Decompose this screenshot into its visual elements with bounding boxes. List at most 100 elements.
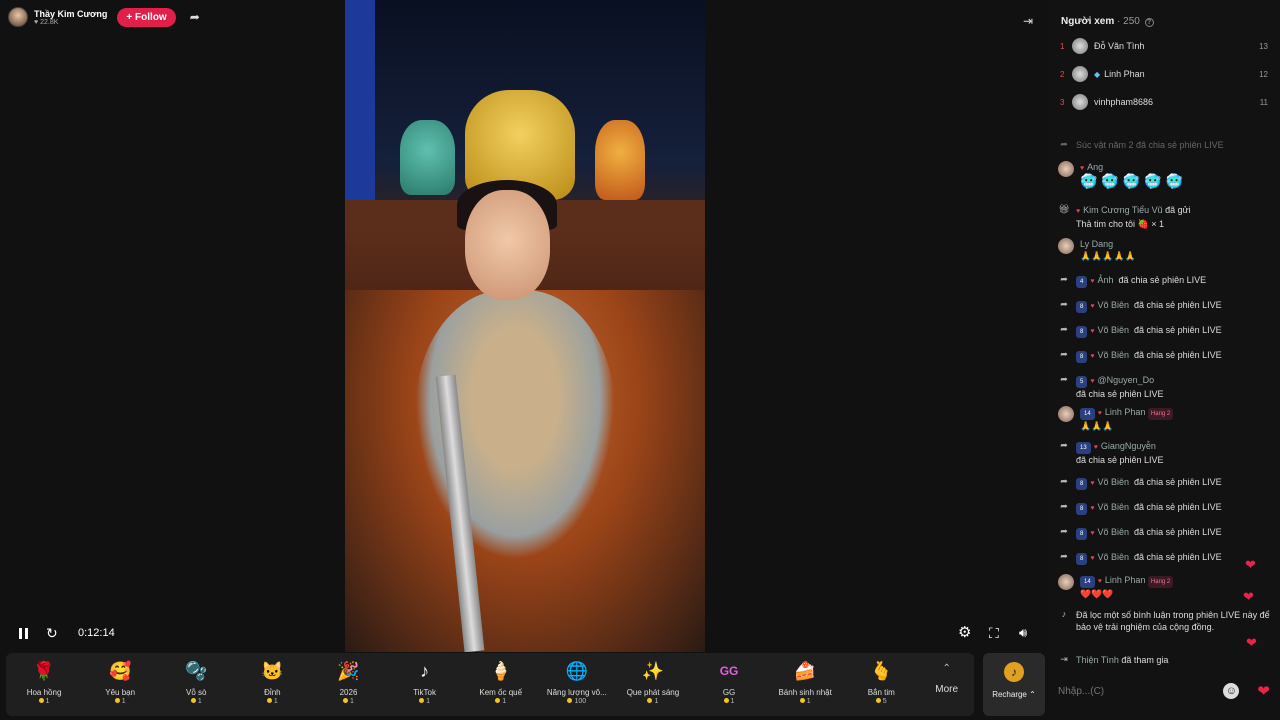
chat-username[interactable]: Linh Phan [1105,575,1146,585]
rose-icon: 🌹 [32,661,56,681]
level-badge: 8 [1076,478,1088,490]
recharge-label: Recharge ⌃ [992,690,1036,699]
statue-right [595,120,645,200]
chat-text: 🙏🙏🙏 [1080,421,1114,431]
streamer-face [465,190,550,300]
share-icon: ➦ [1060,526,1068,536]
heart-badge-icon: ♥ [1090,303,1095,310]
chat-username[interactable]: Võ Biên [1098,552,1130,562]
avatar [1072,94,1088,110]
chat-username[interactable]: Ly Dang [1080,239,1113,249]
streamer-name[interactable]: Thầy Kim Cương [34,9,107,19]
streamer-avatar[interactable] [8,7,28,27]
recharge-button[interactable]: ♪ Recharge ⌃ [983,653,1045,716]
chat-emojis: 🥶🥶🥶🥶🥶 [1080,173,1188,189]
gift-item[interactable]: 🍰 Bánh sinh nhật 1 [767,653,843,716]
viewer-row[interactable]: 2 ◆ Linh Phan 12 [1060,65,1268,83]
chat-username[interactable]: @Nguyen_Do [1098,375,1155,385]
gift-name: Bánh sinh nhật [778,688,832,697]
chat-username[interactable]: Võ Biên [1098,477,1130,487]
gift-item[interactable]: 🫰 Bắn tim 5 [843,653,919,716]
gift-item[interactable]: 🎉 2026 1 [310,653,386,716]
gift-price: 1 [266,698,278,705]
pause-icon[interactable] [16,624,30,642]
replay-icon[interactable]: ↻ [46,624,62,642]
gift-item[interactable]: GG GG 1 [691,653,767,716]
join-message: ⇥ Thiện Tình đã tham gia [1058,654,1270,666]
share-icon: ➦ [1060,440,1068,450]
chat-username[interactable]: Võ Biên [1098,300,1130,310]
volume-icon[interactable]: 🔊︎ [1019,624,1027,642]
chat-username[interactable]: Ang [1087,162,1103,172]
follow-button[interactable]: + Follow [117,7,176,27]
heart-badge-icon: ♥ [1090,505,1095,512]
chat-username[interactable]: Võ Biên [1098,325,1130,335]
chat-text: Thả tim cho tôi 🍓 × 1 [1076,219,1164,229]
chat-username[interactable]: Thiện Tình [1076,655,1119,665]
glow-stick-icon: ✨ [641,661,665,681]
viewers-count: · 250 [1117,16,1140,27]
chat-username[interactable]: Võ Biên [1098,502,1130,512]
chat-body: 5 ♥ @Nguyen_Do đã chia sẻ phiên LIVE [1076,374,1270,400]
gift-item[interactable]: 🌹 Hoa hồng 1 [6,653,82,716]
avatar [1058,574,1074,590]
chat-username[interactable]: Linh Phan [1105,407,1146,417]
gift-price: 1 [723,698,734,705]
chat-username[interactable]: Võ Biên [1098,527,1130,537]
chat-input[interactable] [1058,685,1224,697]
chat-username[interactable]: Kim Cương Tiểu Vũ [1083,205,1162,215]
globe-icon: 🌐 [565,661,589,681]
viewers-header: Người xem · 250 ? [1061,16,1154,27]
like-heart-icon[interactable]: ❤ [1257,682,1270,700]
gift-item[interactable]: 🌐 Năng lượng vô... 100 [539,653,615,716]
chat-username[interactable]: Ảnh [1098,275,1114,285]
chat-body: 8 ♥ Võ Biên đã chia sẻ phiên LIVE [1076,526,1270,540]
settings-icon[interactable]: ⚙ [958,624,971,642]
chat-username[interactable]: GiangNguyễn [1101,441,1156,451]
share-icon[interactable]: ➦ [190,10,204,24]
viewer-row[interactable]: 3 vinhpham8686 11 [1060,93,1268,111]
level-badge: 13 [1076,442,1091,454]
emoji-icon[interactable]: ☺ [1223,683,1240,699]
side-panel: Người xem · 250 ? 1 Đỗ Văn Tình 13 2 ◆ L… [1048,0,1280,720]
gift-item[interactable]: ♪ TikTok 1 [387,653,463,716]
gift-item[interactable]: 🐱 Đỉnh 1 [234,653,310,716]
avatar [1072,66,1088,82]
gift-name: Bắn tim [867,688,895,697]
chat-body: ♥ Kim Cương Tiểu Vũ đã gửi Thả tim cho tô… [1076,204,1270,230]
more-gifts-button[interactable]: ⌃ More [919,653,974,716]
chat-text: Súc vật năm 2 đã chia sẻ phiên LIVE [1076,140,1224,150]
chat-message: ➦ Súc vật năm 2 đã chia sẻ phiên LIVE [1058,139,1270,151]
avatar [1072,38,1088,54]
gift-item[interactable]: 🥰 Yêu bạn 1 [82,653,158,716]
coin-icon [38,698,44,703]
streamer-text: Thầy Kim Cương ♥ 22.8K [34,9,107,26]
share-icon: ➦ [1060,139,1068,149]
viewer-row[interactable]: 1 Đỗ Văn Tình 13 [1060,37,1268,55]
gift-item[interactable]: 🫧 Vỗ sò 1 [158,653,234,716]
coin-icon [190,698,196,703]
chat-body: 8 ♥ Võ Biên đã chia sẻ phiên LIVE [1076,299,1270,313]
viewer-name: Đỗ Văn Tình [1094,41,1145,51]
coin-icon: ♪ [1004,662,1024,682]
heart-badge-icon: ♥ [1090,530,1095,537]
collapse-panel-icon[interactable]: ⇥ [1023,14,1033,28]
gift-item[interactable]: 🍦 Kem ốc quế 1 [463,653,539,716]
info-icon[interactable]: ? [1144,18,1154,27]
heart-badge-icon: ♥ [1090,328,1095,335]
level-badge: 8 [1076,351,1088,363]
rank-badge: Hạng 2 [1147,408,1174,420]
chat-text: đã chia sẻ phiên LIVE [1076,455,1164,465]
gift-item[interactable]: ✨ Que phát sáng 1 [615,653,691,716]
notice-text: Đã lọc một số bình luận trong phiên LIVE… [1076,610,1270,632]
gift-name: Kem ốc quế [479,688,523,697]
fullscreen-icon[interactable]: ⛶ [989,624,999,642]
live-video[interactable] [345,0,705,652]
party-icon: 🎉 [337,661,360,681]
share-icon: ➦ [1060,476,1068,486]
chat-text: ❤️❤️❤️ [1080,589,1114,599]
gg-icon: GG [719,664,739,678]
chat-body: Ly Dang 🙏🙏🙏🙏🙏 [1080,238,1270,262]
chat-text: đã chia sẻ phiên LIVE [1134,502,1222,512]
chat-username[interactable]: Võ Biên [1098,350,1130,360]
